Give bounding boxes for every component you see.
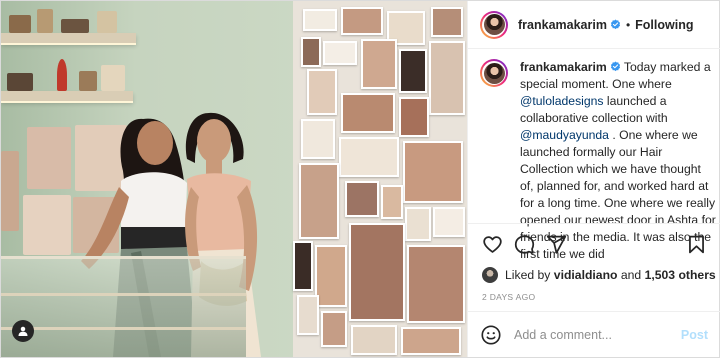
wall-photo <box>339 137 399 177</box>
verified-badge-icon <box>610 18 621 29</box>
likes-prefix: Liked by <box>505 268 551 282</box>
flower-vase <box>57 59 67 91</box>
product-box <box>37 9 53 33</box>
share-button[interactable] <box>540 229 572 261</box>
caption-username[interactable]: frankamakarim <box>520 60 607 74</box>
shelf-light <box>1 43 136 45</box>
shelf <box>1 33 136 43</box>
header-username[interactable]: frankamakarim <box>518 18 621 32</box>
wall-photo <box>401 327 461 355</box>
likes-summary: Liked by vidialdiano and 1,503 others <box>482 267 716 283</box>
wall-photo <box>349 223 405 321</box>
speech-bubble-icon <box>514 235 534 254</box>
shelf <box>1 91 133 101</box>
avatar[interactable] <box>482 267 498 283</box>
comment-form: Post <box>468 311 720 357</box>
product-box <box>9 15 31 33</box>
product-box <box>79 71 97 91</box>
username-text[interactable]: frankamakarim <box>518 18 607 32</box>
action-bar <box>468 223 720 265</box>
wall-photo <box>431 7 463 37</box>
comment-button[interactable] <box>508 229 540 261</box>
product-box <box>101 65 125 91</box>
liker-username-link[interactable]: vidialdiano <box>554 268 618 282</box>
wall-photo <box>301 37 321 67</box>
wall-photo <box>399 97 429 137</box>
smiley-icon[interactable] <box>480 324 502 346</box>
mention-link-maudyayunda[interactable]: @maudyayunda <box>520 128 609 142</box>
wall-photo <box>307 69 337 115</box>
verified-badge-icon <box>610 61 620 72</box>
wall-photo <box>361 39 397 89</box>
separator-dot: • <box>625 17 631 32</box>
save-button[interactable] <box>680 229 712 261</box>
glass-rail <box>1 293 246 296</box>
wall-photo <box>299 163 339 239</box>
wall-photo <box>381 185 403 219</box>
glass-display-case <box>1 256 246 357</box>
wall-photo <box>403 141 463 203</box>
wall-photo <box>351 325 397 355</box>
following-button[interactable]: Following <box>635 18 693 32</box>
instagram-post: frankamakarim • Following frankamakarim … <box>0 0 720 358</box>
wall-photo <box>429 41 465 115</box>
likes-conjunction: and <box>617 268 645 282</box>
bookmark-icon <box>688 235 704 254</box>
wall-photo <box>303 9 337 31</box>
comment-input[interactable] <box>514 327 681 342</box>
wall-photo <box>341 93 395 133</box>
mention-link-tuloladesigns[interactable]: @tuloladesigns <box>520 94 604 108</box>
product-box <box>7 73 33 91</box>
post-date[interactable]: 2 DAYS AGO <box>482 292 535 302</box>
product-box <box>97 11 117 33</box>
wall-photo <box>341 7 383 35</box>
product-box <box>61 19 89 33</box>
avatar[interactable] <box>480 59 508 87</box>
paper-plane-icon <box>546 235 566 254</box>
wall-photo <box>407 245 465 323</box>
user-tag-icon <box>18 326 28 336</box>
wall-photo <box>315 245 347 307</box>
heart-icon <box>482 236 502 253</box>
wall-photo <box>405 207 431 241</box>
post-photo[interactable] <box>1 1 467 357</box>
tagged-users-button[interactable] <box>12 320 34 342</box>
post-details-panel: frankamakarim • Following frankamakarim … <box>467 1 720 357</box>
wall-photo <box>323 41 357 65</box>
glass-rail <box>1 327 246 330</box>
like-button[interactable] <box>476 229 508 261</box>
wall-photo <box>399 49 427 93</box>
wall-photo <box>345 181 379 217</box>
profile-picture <box>483 14 505 35</box>
textile-display <box>1 151 19 231</box>
avatar[interactable] <box>480 10 508 39</box>
wall-photo <box>433 207 465 237</box>
wall-photo <box>321 311 347 347</box>
likes-count-link[interactable]: 1,503 others <box>645 268 716 282</box>
post-header: frankamakarim • Following <box>468 1 720 49</box>
post-comment-button[interactable]: Post <box>681 328 708 342</box>
profile-picture <box>483 62 505 84</box>
wall-photo <box>301 119 335 159</box>
